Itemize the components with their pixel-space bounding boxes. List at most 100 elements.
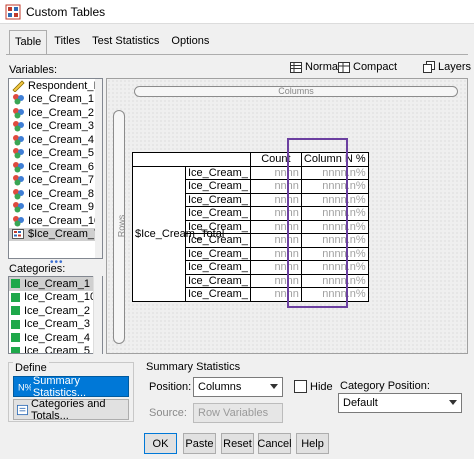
variable-item[interactable]: Ice_Cream_10 — [9, 214, 102, 228]
help-button[interactable]: Help — [296, 433, 329, 454]
nominal-icon — [13, 134, 24, 146]
row-category-cell[interactable]: Ice_Cream_ — [185, 219, 251, 234]
nominal-icon — [13, 148, 24, 159]
column-highlight-box — [287, 138, 348, 308]
cancel-button[interactable]: Cancel — [257, 433, 292, 454]
position-value: Columns — [198, 381, 242, 393]
row-category-cell[interactable]: Ice_Cream_ — [185, 287, 251, 302]
row-category-cell[interactable]: Ice_Cream_ — [185, 165, 251, 180]
variable-label: Ice_Cream_7 — [28, 174, 95, 187]
variable-item[interactable]: Respondent_ID — [9, 79, 102, 93]
ruler-icon — [12, 80, 25, 92]
category-position-label: Category Position: — [340, 380, 430, 392]
summary-statistics-button[interactable]: N% Summary Statistics... — [13, 375, 129, 399]
category-position-select[interactable]: Default — [338, 393, 462, 413]
compact-view-icon — [338, 61, 350, 73]
compact-view-button[interactable]: Compact — [338, 58, 397, 76]
variable-item[interactable]: Ice_Cream_7 — [9, 174, 102, 188]
row-category-cell[interactable]: Ice_Cream_ — [185, 260, 251, 275]
multiple-response-icon — [12, 229, 24, 240]
variable-label: Ice_Cream_4 — [28, 133, 95, 146]
categories-totals-icon — [17, 404, 28, 415]
variable-item[interactable]: Ice_Cream_8 — [9, 187, 102, 201]
category-label: Ice_Cream_10 — [24, 291, 97, 304]
variable-item[interactable]: Ice_Cream_4 — [9, 133, 102, 147]
category-swatch-icon — [11, 346, 20, 353]
variable-label: Ice_Cream_3 — [28, 120, 95, 133]
paste-button[interactable]: Paste — [183, 433, 216, 454]
source-label: Source: — [149, 407, 187, 419]
position-select[interactable]: Columns — [193, 377, 283, 397]
app-icon — [5, 4, 21, 20]
category-label: Ice_Cream_3 — [24, 318, 91, 331]
categories-label: Categories: — [9, 263, 66, 275]
normal-view-label: Normal — [305, 61, 341, 73]
row-category-cell[interactable]: Ice_Cream_ — [185, 233, 251, 248]
rows-drop-zone[interactable]: Rows — [113, 110, 127, 344]
row-category-cell[interactable]: Ice_Cream_ — [185, 179, 251, 194]
nominal-icon — [13, 175, 24, 186]
category-swatch-icon — [11, 333, 20, 343]
tab-titles[interactable]: Titles — [49, 32, 85, 54]
variable-item[interactable]: Ice_Cream_1 — [9, 93, 102, 107]
hide-checkbox[interactable] — [294, 380, 307, 393]
category-swatch-icon — [11, 279, 20, 289]
nominal-icon — [13, 107, 24, 119]
categories-list[interactable]: Ice_Cream_1 Ice_Cream_10 Ice_Cream_2 Ice_Cr… — [8, 276, 103, 354]
row-category-cell[interactable]: Ice_Cream_ — [185, 246, 251, 261]
tab-bar: Table Titles Test Statistics Options — [9, 30, 216, 54]
variable-item[interactable]: Ice_Cream_2 — [9, 106, 102, 120]
ok-button[interactable]: OK — [144, 433, 177, 454]
nominal-icon — [13, 215, 24, 227]
row-category-cell[interactable]: Ice_Cream_ — [185, 273, 251, 288]
category-item[interactable]: Ice_Cream_1 — [9, 277, 102, 291]
categories-scrollbar[interactable] — [93, 276, 102, 354]
category-label: Ice_Cream_4 — [24, 331, 91, 344]
rows-drop-label: Rows — [116, 214, 127, 238]
tab-options[interactable]: Options — [166, 32, 214, 54]
reset-button[interactable]: Reset — [221, 433, 254, 454]
variable-label: Ice_Cream_5 — [28, 147, 95, 160]
row-category-cell[interactable]: Ice_Cream_ — [185, 192, 251, 207]
variable-label: Ice_Cream_1 — [28, 93, 95, 106]
table-corner — [132, 152, 251, 167]
variable-label: Ice_Cream_6 — [28, 160, 95, 173]
variable-item[interactable]: Ice_Cream_9 — [9, 201, 102, 215]
title-bar: Custom Tables — [0, 0, 474, 24]
categories-and-totals-button[interactable]: Categories and Totals... — [13, 397, 129, 422]
category-item[interactable]: Ice_Cream_4 — [9, 331, 102, 345]
variable-item[interactable]: Ice_Cream_5 — [9, 147, 102, 161]
variables-list[interactable]: Respondent_ID Ice_Cream_1 Ice_Cream_2 Ice_C… — [8, 78, 103, 259]
variables-label: Variables: — [9, 64, 58, 76]
variables-scrollbar[interactable] — [95, 79, 102, 258]
category-swatch-icon — [11, 319, 20, 329]
position-label: Position: — [149, 381, 192, 393]
source-select: Row Variables — [193, 403, 283, 423]
categories-and-totals-label: Categories and Totals... — [30, 397, 106, 422]
variable-item[interactable]: Ice_Cream_3 — [9, 120, 102, 134]
tab-test-statistics[interactable]: Test Statistics — [87, 32, 164, 54]
category-swatch-icon — [11, 306, 20, 316]
layers-icon — [423, 61, 435, 73]
columns-drop-zone[interactable]: Columns — [134, 86, 458, 97]
variable-label: Ice_Cream_10 — [28, 214, 101, 227]
nominal-icon — [13, 94, 24, 105]
row-variable-label: $Ice_Cream_Total — [135, 227, 225, 240]
category-item[interactable]: Ice_Cream_2 — [9, 304, 102, 318]
layers-button[interactable]: Layers — [423, 58, 471, 76]
normal-view-button[interactable]: Normal — [290, 58, 340, 76]
chevron-down-icon — [449, 400, 457, 405]
category-item[interactable]: Ice_Cream_10 — [9, 291, 102, 305]
window-title: Custom Tables — [26, 5, 106, 19]
category-item[interactable]: Ice_Cream_3 — [9, 318, 102, 332]
row-category-cell[interactable]: Ice_Cream_ — [185, 206, 251, 221]
variable-item[interactable]: Ice_Cream_6 — [9, 160, 102, 174]
variable-item[interactable]: $Ice_Cream_Total — [9, 227, 102, 241]
category-item[interactable]: Ice_Cream_5 — [9, 345, 102, 353]
summary-statistics-icon: N% — [18, 382, 31, 392]
source-value: Row Variables — [198, 407, 269, 419]
tab-table[interactable]: Table — [9, 30, 48, 54]
hide-label: Hide — [310, 381, 333, 393]
row-variable-header[interactable]: $Ice_Cream_Total — [132, 165, 225, 302]
nominal-icon — [13, 161, 24, 173]
